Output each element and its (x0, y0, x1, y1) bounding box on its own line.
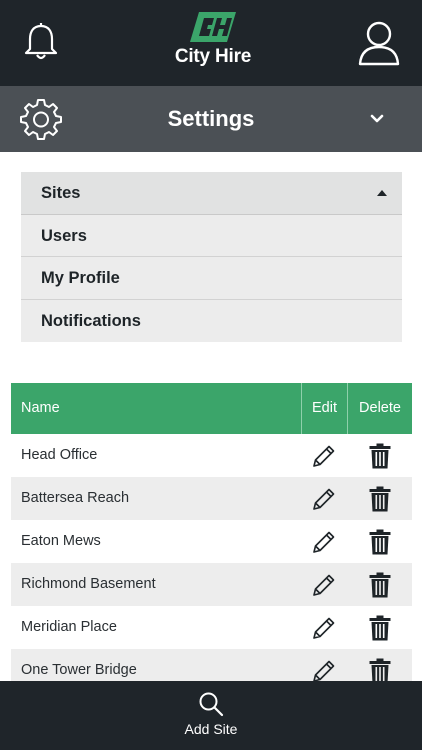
table-row: Head Office (11, 434, 412, 477)
table-row: Meridian Place (11, 606, 412, 649)
user-icon[interactable] (357, 20, 401, 66)
brand-name: City Hire (174, 46, 252, 67)
trash-icon[interactable] (369, 529, 391, 555)
pencil-icon[interactable] (311, 486, 337, 512)
menu-item-sites[interactable]: Sites (21, 172, 402, 215)
site-name: Meridian Place (21, 619, 117, 635)
menu-item-my-profile[interactable]: My Profile (21, 257, 402, 300)
menu-item-label: My Profile (41, 269, 120, 287)
trash-icon[interactable] (369, 615, 391, 641)
column-header-edit: Edit (301, 383, 348, 434)
table-row: Richmond Basement (11, 563, 412, 606)
pencil-icon[interactable] (311, 615, 337, 641)
menu-item-label: Sites (41, 184, 81, 202)
trash-icon[interactable] (369, 443, 391, 469)
table-header: Name Edit Delete (11, 383, 412, 434)
table-body: Head Office Battersea Reach Eaton Mews R… (11, 434, 412, 692)
brand-logo[interactable]: City Hire (168, 12, 258, 74)
site-name: Head Office (21, 447, 98, 463)
trash-icon[interactable] (369, 572, 391, 598)
menu-item-notifications[interactable]: Notifications (21, 299, 402, 342)
table-row: Battersea Reach (11, 477, 412, 520)
table-row: Eaton Mews (11, 520, 412, 563)
pencil-icon[interactable] (311, 443, 337, 469)
pencil-icon[interactable] (311, 572, 337, 598)
column-header-name: Name (21, 400, 60, 416)
site-name: Battersea Reach (21, 490, 130, 506)
settings-title: Settings (167, 106, 255, 131)
settings-menu: Sites Users My Profile Notifications (21, 172, 402, 342)
chevron-up-icon (377, 190, 387, 196)
search-icon[interactable] (198, 691, 224, 717)
bell-icon[interactable] (22, 22, 60, 62)
add-site-button[interactable]: Add Site (0, 721, 422, 737)
menu-item-label: Notifications (41, 311, 141, 330)
menu-item-users[interactable]: Users (21, 214, 402, 257)
pencil-icon[interactable] (311, 529, 337, 555)
site-name: Richmond Basement (21, 576, 156, 592)
chevron-down-icon[interactable] (368, 111, 386, 127)
menu-item-label: Users (41, 226, 87, 245)
sites-table: Name Edit Delete Head Office Battersea R… (11, 383, 412, 692)
column-header-delete: Delete (359, 400, 401, 416)
city-hire-logo-icon (190, 12, 236, 42)
trash-icon[interactable] (369, 486, 391, 512)
site-name: Eaton Mews (21, 533, 101, 549)
